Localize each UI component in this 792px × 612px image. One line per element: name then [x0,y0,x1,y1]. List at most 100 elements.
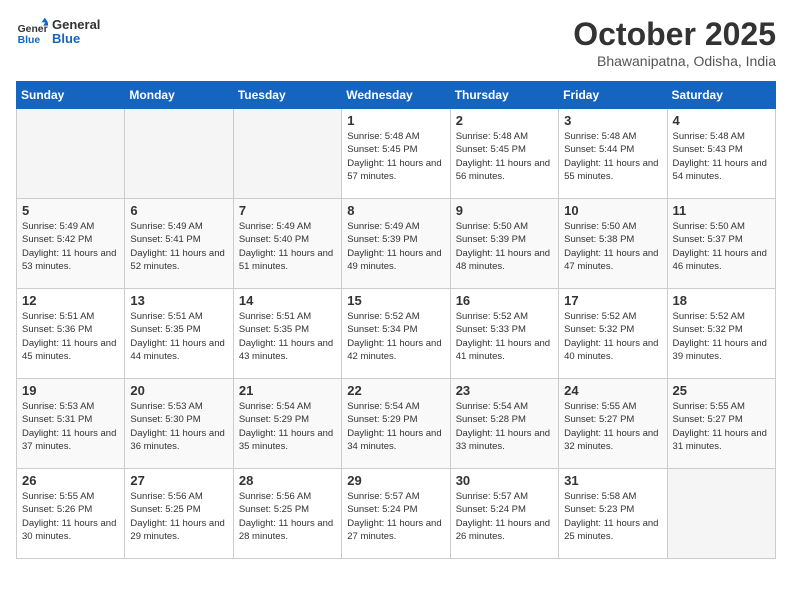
day-info: Sunrise: 5:53 AM Sunset: 5:31 PM Dayligh… [22,400,119,453]
day-info: Sunrise: 5:54 AM Sunset: 5:28 PM Dayligh… [456,400,553,453]
day-info: Sunrise: 5:52 AM Sunset: 5:34 PM Dayligh… [347,310,444,363]
day-info: Sunrise: 5:55 AM Sunset: 5:27 PM Dayligh… [673,400,770,453]
calendar-cell: 6 Sunrise: 5:49 AM Sunset: 5:41 PM Daylig… [125,199,233,289]
day-number: 22 [347,383,444,398]
weekday-wednesday: Wednesday [342,82,450,109]
calendar-cell [17,109,125,199]
calendar-cell: 11Sunrise: 5:50 AM Sunset: 5:37 PM Dayli… [667,199,775,289]
page-header: General Blue General Blue October 2025 B… [16,16,776,69]
day-info: Sunrise: 5:58 AM Sunset: 5:23 PM Dayligh… [564,490,661,543]
weekday-tuesday: Tuesday [233,82,341,109]
day-info: Sunrise: 5:48 AM Sunset: 5:43 PM Dayligh… [673,130,770,183]
day-number: 26 [22,473,119,488]
calendar-cell: 1Sunrise: 5:48 AM Sunset: 5:45 PM Daylig… [342,109,450,199]
calendar-cell: 15Sunrise: 5:52 AM Sunset: 5:34 PM Dayli… [342,289,450,379]
day-number: 18 [673,293,770,308]
day-number: 4 [673,113,770,128]
calendar-cell: 29Sunrise: 5:57 AM Sunset: 5:24 PM Dayli… [342,469,450,559]
day-info: Sunrise: 5:56 AM Sunset: 5:25 PM Dayligh… [239,490,336,543]
week-row-5: 26 Sunrise: 5:55 AM Sunset: 5:26 PM Dayli… [17,469,776,559]
day-info: Sunrise: 5:49 AM Sunset: 5:41 PM Dayligh… [130,220,227,273]
logo-icon: General Blue [16,16,48,48]
day-info: Sunrise: 5:51 AM Sunset: 5:36 PM Dayligh… [22,310,119,363]
calendar-cell: 28 Sunrise: 5:56 AM Sunset: 5:25 PM Dayli… [233,469,341,559]
calendar-cell: 30 Sunrise: 5:57 AM Sunset: 5:24 PM Dayli… [450,469,558,559]
logo: General Blue General Blue [16,16,100,48]
day-number: 14 [239,293,336,308]
day-info: Sunrise: 5:50 AM Sunset: 5:37 PM Dayligh… [673,220,770,273]
calendar-cell: 3 Sunrise: 5:48 AM Sunset: 5:44 PM Daylig… [559,109,667,199]
week-row-3: 12 Sunrise: 5:51 AM Sunset: 5:36 PM Dayli… [17,289,776,379]
calendar-cell: 27Sunrise: 5:56 AM Sunset: 5:25 PM Dayli… [125,469,233,559]
calendar-cell: 26 Sunrise: 5:55 AM Sunset: 5:26 PM Dayli… [17,469,125,559]
calendar-cell [667,469,775,559]
day-number: 19 [22,383,119,398]
calendar-cell: 13 Sunrise: 5:51 AM Sunset: 5:35 PM Dayli… [125,289,233,379]
day-number: 30 [456,473,553,488]
day-info: Sunrise: 5:57 AM Sunset: 5:24 PM Dayligh… [456,490,553,543]
day-number: 28 [239,473,336,488]
day-info: Sunrise: 5:50 AM Sunset: 5:38 PM Dayligh… [564,220,661,273]
day-number: 3 [564,113,661,128]
day-info: Sunrise: 5:49 AM Sunset: 5:39 PM Dayligh… [347,220,444,273]
day-number: 20 [130,383,227,398]
day-info: Sunrise: 5:51 AM Sunset: 5:35 PM Dayligh… [130,310,227,363]
calendar-cell: 19 Sunrise: 5:53 AM Sunset: 5:31 PM Dayli… [17,379,125,469]
calendar-cell: 20 Sunrise: 5:53 AM Sunset: 5:30 PM Dayli… [125,379,233,469]
day-info: Sunrise: 5:57 AM Sunset: 5:24 PM Dayligh… [347,490,444,543]
day-info: Sunrise: 5:54 AM Sunset: 5:29 PM Dayligh… [347,400,444,453]
day-info: Sunrise: 5:48 AM Sunset: 5:45 PM Dayligh… [347,130,444,183]
day-number: 17 [564,293,661,308]
svg-text:Blue: Blue [18,35,41,46]
day-number: 6 [130,203,227,218]
calendar-cell: 17 Sunrise: 5:52 AM Sunset: 5:32 PM Dayli… [559,289,667,379]
day-info: Sunrise: 5:55 AM Sunset: 5:27 PM Dayligh… [564,400,661,453]
weekday-friday: Friday [559,82,667,109]
weekday-thursday: Thursday [450,82,558,109]
day-info: Sunrise: 5:48 AM Sunset: 5:45 PM Dayligh… [456,130,553,183]
calendar-cell [125,109,233,199]
calendar-cell: 8 Sunrise: 5:49 AM Sunset: 5:39 PM Daylig… [342,199,450,289]
day-info: Sunrise: 5:56 AM Sunset: 5:25 PM Dayligh… [130,490,227,543]
calendar-cell: 21Sunrise: 5:54 AM Sunset: 5:29 PM Dayli… [233,379,341,469]
day-number: 7 [239,203,336,218]
weekday-saturday: Saturday [667,82,775,109]
day-number: 8 [347,203,444,218]
day-number: 21 [239,383,336,398]
week-row-1: 1Sunrise: 5:48 AM Sunset: 5:45 PM Daylig… [17,109,776,199]
svg-text:General: General [18,24,48,35]
day-info: Sunrise: 5:53 AM Sunset: 5:30 PM Dayligh… [130,400,227,453]
day-info: Sunrise: 5:52 AM Sunset: 5:33 PM Dayligh… [456,310,553,363]
day-number: 23 [456,383,553,398]
day-info: Sunrise: 5:48 AM Sunset: 5:44 PM Dayligh… [564,130,661,183]
day-info: Sunrise: 5:55 AM Sunset: 5:26 PM Dayligh… [22,490,119,543]
calendar-cell: 10 Sunrise: 5:50 AM Sunset: 5:38 PM Dayli… [559,199,667,289]
day-number: 13 [130,293,227,308]
calendar-cell: 31Sunrise: 5:58 AM Sunset: 5:23 PM Dayli… [559,469,667,559]
calendar-cell: 7Sunrise: 5:49 AM Sunset: 5:40 PM Daylig… [233,199,341,289]
calendar-cell: 16Sunrise: 5:52 AM Sunset: 5:33 PM Dayli… [450,289,558,379]
calendar-table: SundayMondayTuesdayWednesdayThursdayFrid… [16,81,776,559]
calendar-cell: 22 Sunrise: 5:54 AM Sunset: 5:29 PM Dayli… [342,379,450,469]
day-info: Sunrise: 5:50 AM Sunset: 5:39 PM Dayligh… [456,220,553,273]
calendar-cell: 25 Sunrise: 5:55 AM Sunset: 5:27 PM Dayli… [667,379,775,469]
location: Bhawanipatna, Odisha, India [573,53,776,69]
calendar-cell: 12 Sunrise: 5:51 AM Sunset: 5:36 PM Dayli… [17,289,125,379]
day-info: Sunrise: 5:51 AM Sunset: 5:35 PM Dayligh… [239,310,336,363]
calendar-cell: 14 Sunrise: 5:51 AM Sunset: 5:35 PM Dayli… [233,289,341,379]
day-info: Sunrise: 5:52 AM Sunset: 5:32 PM Dayligh… [673,310,770,363]
day-info: Sunrise: 5:52 AM Sunset: 5:32 PM Dayligh… [564,310,661,363]
day-number: 12 [22,293,119,308]
calendar-cell [233,109,341,199]
day-number: 10 [564,203,661,218]
day-info: Sunrise: 5:49 AM Sunset: 5:42 PM Dayligh… [22,220,119,273]
weekday-header-row: SundayMondayTuesdayWednesdayThursdayFrid… [17,82,776,109]
day-number: 25 [673,383,770,398]
day-number: 9 [456,203,553,218]
month-title: October 2025 [573,16,776,53]
day-number: 24 [564,383,661,398]
logo-general: General [52,18,100,32]
week-row-2: 5Sunrise: 5:49 AM Sunset: 5:42 PM Daylig… [17,199,776,289]
title-block: October 2025 Bhawanipatna, Odisha, India [573,16,776,69]
calendar-cell: 4 Sunrise: 5:48 AM Sunset: 5:43 PM Daylig… [667,109,775,199]
